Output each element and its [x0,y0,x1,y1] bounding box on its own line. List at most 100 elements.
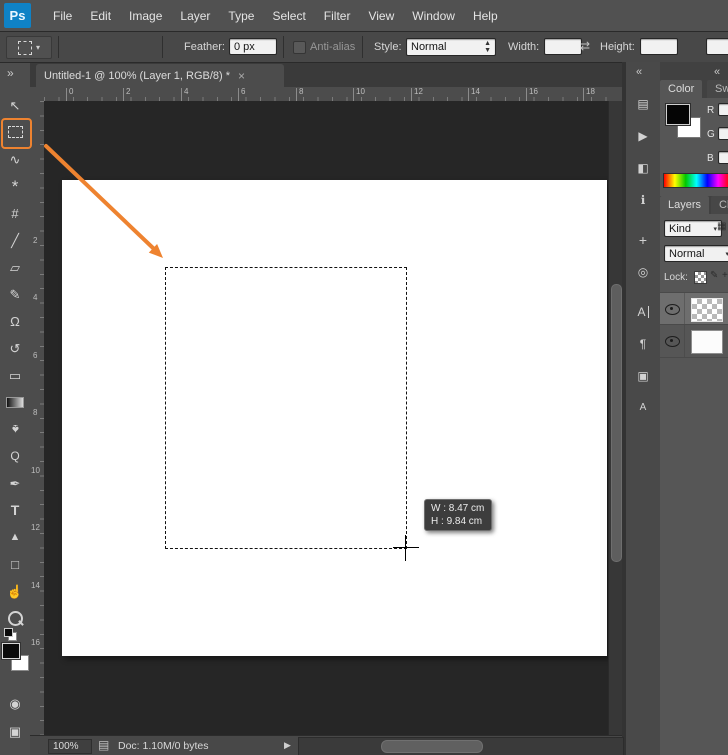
screen-mode-button[interactable]: ▣ [3,719,27,743]
menu-image[interactable]: Image [120,0,171,31]
layers-panel-tab[interactable]: Layers [660,196,710,214]
layer1-thumbnail[interactable] [691,298,723,322]
menu-view[interactable]: View [359,0,403,31]
adjustments-panel-icon[interactable]: ◧ [630,156,656,180]
info-panel-icon[interactable]: ℹ [630,188,656,212]
lock-label: Lock: [664,272,688,283]
screen-mode-icon: ▣ [8,723,22,739]
magic-wand-tool[interactable]: * [3,174,27,198]
default-colors-icon[interactable] [4,628,17,641]
height-input[interactable] [640,38,678,55]
cropped-option-field[interactable] [706,38,728,55]
tool-presets-panel-icon[interactable]: + [630,228,656,252]
style-dropdown[interactable]: Normal ▲ ▼ [406,38,496,56]
v-ruler-number: 14 [31,581,40,590]
vertical-scrollbar-thumb[interactable] [611,284,622,562]
menu-window[interactable]: Window [403,0,464,31]
swatches-panel-tab[interactable]: Sw [707,80,728,98]
clone-source-panel-icon[interactable]: ◎ [630,260,656,284]
menu-layer[interactable]: Layer [171,0,219,31]
blur-tool[interactable]: ♠ [3,417,27,441]
width-input[interactable] [544,38,582,55]
vertical-scrollbar[interactable] [608,101,623,735]
swap-dimensions-icon[interactable]: ⇄ [580,39,590,53]
layer-row-layer1[interactable] [660,292,728,325]
gradient-tool[interactable] [3,390,27,414]
menu-items: File Edit Image Layer Type Select Filter… [44,0,507,31]
dodge-tool[interactable]: Q [3,444,27,468]
tool-preset-picker[interactable]: ▾ [6,36,52,59]
feather-input[interactable]: 0 px [229,38,277,55]
clone-stamp-tool[interactable]: Ω [3,309,27,333]
lasso-tool[interactable]: ∿ [3,147,27,171]
color-fg-swatch[interactable] [666,104,690,125]
eraser-tool[interactable]: ▭ [3,363,27,387]
color-spectrum-ramp[interactable] [663,173,728,188]
status-bar: 100% ▤ Doc: 1.10M/0 bytes ▶ [30,735,624,755]
crop-tool[interactable]: # [3,201,27,225]
red-value-field[interactable] [718,103,728,116]
quick-mask-button[interactable]: ◉ [3,691,27,715]
hand-tool-icon: ☝ [6,583,24,599]
hand-tool[interactable]: ☝ [3,579,27,603]
status-flyout-arrow-icon[interactable]: ▶ [284,740,291,751]
layer-comps-panel-icon[interactable]: ▣ [630,364,656,388]
feather-label: Feather: [184,41,225,53]
menu-help[interactable]: Help [464,0,507,31]
layer-row-background[interactable] [660,324,728,358]
tooltip-w-label: W : [431,503,446,514]
blend-mode-value: Normal [669,247,705,260]
green-value-field[interactable] [718,127,728,140]
zoom-tool-icon [7,610,23,626]
toolbar-expand-arrows[interactable]: » [7,66,14,80]
menu-file[interactable]: File [44,0,81,31]
photoshop-window: Ps File Edit Image Layer Type Select Fil… [0,0,728,755]
type-tool[interactable]: T [3,498,27,522]
strip-collapse-arrows[interactable]: « [636,66,642,78]
character-styles-panel-icon[interactable]: A [630,396,656,420]
layer-filter-kind-dropdown[interactable]: Kind ▾ [664,220,722,237]
histogram-panel-icon[interactable]: ▤ [630,92,656,116]
blur-tool-icon: ♠ [11,421,19,437]
pen-tool[interactable]: ✒ [3,471,27,495]
lock-pixels-icon[interactable]: ✎ [710,270,718,281]
path-selection-tool[interactable]: ▲ [3,525,27,549]
paragraph-panel-icon[interactable]: ¶ [630,332,656,356]
document-tab-strip: Untitled-1 @ 100% (Layer 1, RGB/8) * × [30,63,622,87]
layer1-visibility-toggle[interactable] [665,304,680,315]
shape-tool[interactable]: □ [3,552,27,576]
character-panel-icon[interactable]: A [630,300,656,324]
background-thumbnail[interactable] [691,330,723,354]
brush-tool-icon: ✎ [9,286,21,302]
menu-type[interactable]: Type [219,0,263,31]
zoom-tool[interactable] [3,606,27,630]
horizontal-scrollbar-thumb[interactable] [381,740,483,753]
brush-tool[interactable]: ✎ [3,282,27,306]
foreground-color-swatch[interactable] [2,643,20,659]
doc-status-icon[interactable]: ▤ [98,738,109,752]
menu-edit[interactable]: Edit [81,0,120,31]
spot-healing-brush-tool[interactable]: ▱ [3,255,27,279]
horizontal-scrollbar[interactable] [298,737,624,755]
blend-mode-dropdown[interactable]: Normal ▾ [664,245,728,262]
filter-pixel-layers-icon[interactable]: ▦ [717,221,726,232]
color-panel-tab[interactable]: Color [660,80,703,98]
h-ruler-number: 2 [123,88,130,101]
menu-filter[interactable]: Filter [315,0,360,31]
background-visibility-toggle[interactable] [665,336,680,347]
move-tool[interactable]: ↖ [3,93,27,117]
channels-panel-tab[interactable]: Ch [711,196,728,214]
zoom-level-field[interactable]: 100% [48,739,92,754]
history-brush-tool[interactable]: ↺ [3,336,27,360]
menu-select[interactable]: Select [263,0,314,31]
eyedropper-tool[interactable]: ╱ [3,228,27,252]
actions-panel-icon[interactable]: ▶ [630,124,656,148]
document-tab-close-icon[interactable]: × [238,69,245,83]
lock-position-icon[interactable]: + [722,270,728,281]
gradient-tool-icon [6,396,24,408]
blue-value-field[interactable] [718,151,728,164]
anti-alias-checkbox[interactable] [293,41,306,54]
dock-collapse-arrows[interactable]: « [714,66,720,78]
document-tab[interactable]: Untitled-1 @ 100% (Layer 1, RGB/8) * × [36,64,284,87]
lock-transparency-icon[interactable] [694,271,707,284]
